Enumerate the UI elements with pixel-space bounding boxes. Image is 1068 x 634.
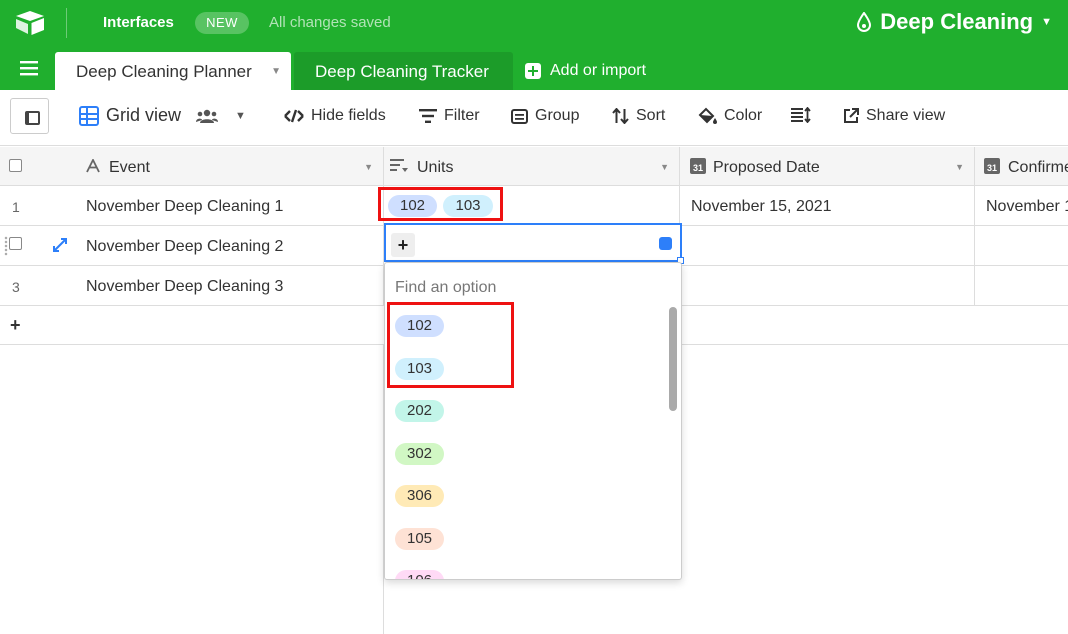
highlight-box [378,187,503,221]
hamburger-menu-icon[interactable] [20,60,38,76]
airtable-logo-icon[interactable] [14,10,46,36]
cell-confirmed-date[interactable] [975,226,1068,266]
cell-proposed-date[interactable] [680,266,975,306]
chevron-down-icon[interactable]: ▼ [364,162,373,172]
cell-event[interactable]: November Deep Cleaning 1 [0,186,384,226]
calendar-icon: 31 [984,158,1000,174]
row-height-button[interactable] [791,107,811,123]
cell-proposed-date[interactable]: November 15, 2021 [680,186,975,226]
column-header-confirmed[interactable]: 31 Confirme [975,147,1068,186]
color-label: Color [724,107,763,124]
option-pill: 306 [395,485,445,507]
sort-button[interactable]: Sort [612,107,665,125]
view-name: Grid view [106,105,182,125]
filter-label: Filter [444,107,480,124]
add-or-import-label: Add or import [550,62,647,79]
calendar-icon: 31 [690,158,706,174]
filter-icon [419,109,437,123]
column-header-row: Event ▼ Units ▼ 31 Proposed Date ▼ 31 Co… [0,147,1068,186]
save-status: All changes saved [269,14,391,31]
hidden-eye-icon [284,109,304,123]
people-icon [196,109,219,123]
grid-icon [79,105,99,126]
column-header-units[interactable]: Units ▼ [384,147,680,186]
chevron-down-icon[interactable]: ▼ [271,66,281,77]
share-icon [844,108,859,123]
tab-deep-cleaning-tracker[interactable]: Deep Cleaning Tracker [294,52,513,90]
option-item[interactable]: 306 [395,485,445,507]
units-cell-editor[interactable]: + [384,223,684,264]
option-pill: 302 [395,443,445,465]
option-item[interactable]: 105 [395,528,445,550]
top-bar: Interfaces NEW All changes saved Deep Cl… [0,0,1068,47]
tab-label: Deep Cleaning Planner [76,62,252,81]
option-pill: 105 [395,528,445,550]
group-label: Group [535,107,580,124]
scrollbar[interactable] [669,307,677,411]
view-switcher[interactable]: Grid view ▼ [79,105,246,126]
sidebar-toggle-button[interactable] [10,98,49,134]
group-icon [511,108,528,124]
cell-proposed-date[interactable] [680,226,975,266]
option-pill: 202 [395,400,445,422]
column-header-event[interactable]: Event ▼ [0,147,384,186]
sort-label: Sort [636,107,666,124]
cell-event[interactable]: November Deep Cleaning 3 [0,266,384,306]
cell-confirmed-date[interactable] [975,266,1068,306]
chevron-down-icon[interactable]: ▼ [955,162,964,172]
tab-deep-cleaning-planner[interactable]: Deep Cleaning Planner ▼ [55,52,291,90]
group-button[interactable]: Group [511,107,579,125]
chevron-down-icon: ▼ [235,109,246,122]
column-name: Units [417,159,454,176]
option-item[interactable]: 202 [395,400,445,422]
base-name: Deep Cleaning [880,9,1034,34]
highlight-box [387,302,514,388]
divider [66,8,67,38]
text-field-icon [86,159,100,173]
add-option-button[interactable]: + [391,233,415,257]
filter-button[interactable]: Filter [419,107,480,125]
paint-bucket-icon [698,107,717,124]
interfaces-link[interactable]: Interfaces [103,14,174,31]
cell-event[interactable]: November Deep Cleaning 2 [0,226,384,266]
share-view-button[interactable]: Share view [843,107,945,125]
row-height-icon [791,107,811,123]
add-or-import-button[interactable]: Add or import [525,62,646,80]
chevron-down-icon: ▼ [1041,16,1052,28]
svg-text:31: 31 [987,163,997,173]
svg-text:31: 31 [693,163,703,173]
option-item[interactable]: 106 [395,570,445,579]
cell-confirmed-date[interactable]: November 1 [975,186,1068,226]
expand-cell-icon[interactable] [659,237,672,250]
share-view-label: Share view [866,107,946,124]
table-tab-bar: Deep Cleaning Planner ▼ Deep Cleaning Tr… [0,47,1068,90]
option-item[interactable]: 302 [395,443,445,465]
multiselect-field-icon [390,159,408,172]
hide-fields-button[interactable]: Hide fields [284,107,386,125]
hide-fields-label: Hide fields [311,107,386,124]
base-title[interactable]: Deep Cleaning ▼ [856,9,1052,35]
tab-label: Deep Cleaning Tracker [315,62,489,81]
find-option-input[interactable] [395,277,665,299]
sort-icon [612,108,629,124]
column-name: Event [109,159,150,176]
view-toolbar: Grid view ▼ Hide fields Filter Group Sor… [0,90,1068,146]
color-button[interactable]: Color [697,107,762,125]
option-pill: 106 [395,570,445,579]
table-row[interactable]: 1 November Deep Cleaning 1 102 103 Novem… [0,186,1068,226]
column-name: Proposed Date [713,159,820,176]
add-record-button[interactable]: + [10,315,21,336]
chevron-down-icon[interactable]: ▼ [660,162,669,172]
column-name: Confirme [1008,159,1068,176]
new-badge: NEW [195,12,249,34]
plus-icon [525,63,541,79]
column-header-proposed-date[interactable]: 31 Proposed Date ▼ [680,147,975,186]
drop-icon [857,12,872,32]
